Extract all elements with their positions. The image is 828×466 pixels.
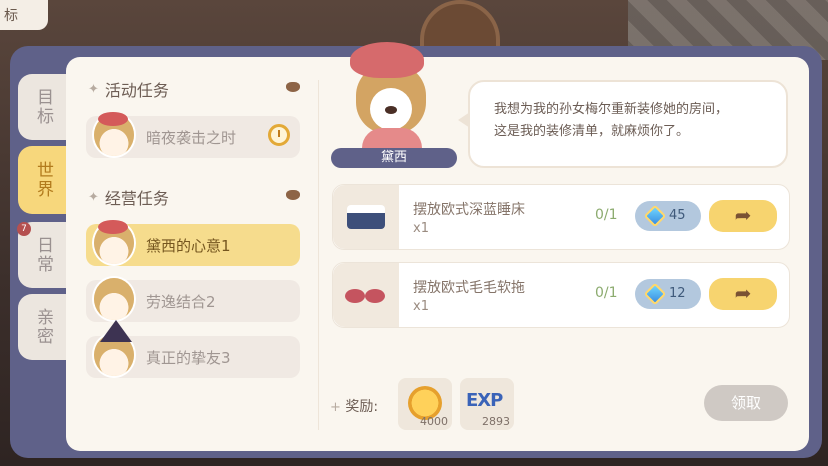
- quest-label: 劳逸结合2: [146, 293, 216, 311]
- business-section-label: 经营任务: [104, 189, 169, 208]
- star-icon: ✦: [88, 81, 99, 97]
- star-icon: +: [330, 400, 341, 415]
- reward-label: + 奖励:: [330, 396, 378, 416]
- gem-cost-button[interactable]: 45: [635, 201, 701, 231]
- task-card: 摆放欧式毛毛软拖 x1 0/1 12 ➦: [332, 262, 790, 328]
- task-qty: x1: [413, 299, 429, 314]
- business-quest-item[interactable]: 黛西的心意1: [86, 220, 300, 266]
- quest-avatar: [92, 276, 136, 322]
- arrow-right-icon: ➦: [734, 281, 752, 305]
- collapse-icon[interactable]: [286, 190, 300, 200]
- quest-label: 真正的挚友3: [146, 349, 231, 367]
- npc-name: 黛西: [331, 148, 457, 168]
- gem-cost: 12: [669, 286, 686, 301]
- task-name: 摆放欧式深蓝睡床: [413, 202, 525, 218]
- quest-avatar: [92, 220, 136, 266]
- clock-icon: [268, 124, 290, 146]
- tab-intimacy[interactable]: 亲密: [18, 294, 68, 360]
- star-icon: ✦: [88, 189, 99, 205]
- claim-button[interactable]: 领取: [704, 385, 788, 421]
- dialog-line: 这是我的装修清单，就麻烦你了。: [494, 124, 690, 139]
- reward-amount: 2893: [482, 415, 510, 428]
- gem-cost-button[interactable]: 12: [635, 279, 701, 309]
- task-qty: x1: [413, 221, 429, 236]
- quest-avatar: [92, 320, 136, 378]
- corner-tab[interactable]: 标: [0, 0, 48, 30]
- quest-avatar: [92, 112, 136, 158]
- task-progress: 0/1: [595, 207, 618, 223]
- panel-divider: [318, 80, 319, 430]
- quest-label: 黛西的心意1: [146, 237, 231, 255]
- task-progress: 0/1: [595, 285, 618, 301]
- bed-icon: [333, 185, 399, 249]
- reward-coin[interactable]: 4000: [398, 378, 452, 430]
- task-name: 摆放欧式毛毛软拖: [413, 280, 525, 296]
- arrow-right-icon: ➦: [734, 203, 752, 227]
- collapse-icon[interactable]: [286, 82, 300, 92]
- business-quest-item[interactable]: 真正的挚友3: [86, 320, 300, 378]
- gem-icon: [643, 204, 667, 228]
- event-section-title: ✦ 活动任务: [88, 77, 169, 101]
- reward-label-text: 奖励:: [345, 399, 379, 415]
- tab-goals[interactable]: 目标: [18, 74, 68, 140]
- daily-badge: 7: [17, 222, 31, 236]
- dialog-line: 我想为我的孙女梅尔重新装修她的房间，: [494, 102, 729, 117]
- task-card: 摆放欧式深蓝睡床 x1 0/1 45 ➦: [332, 184, 790, 250]
- event-section-label: 活动任务: [104, 81, 169, 100]
- npc-dialog: 我想为我的孙女梅尔重新装修她的房间， 这是我的装修清单，就麻烦你了。: [458, 80, 788, 168]
- quest-label: 暗夜袭击之时: [146, 129, 237, 147]
- business-quest-item[interactable]: 劳逸结合2: [86, 276, 300, 322]
- npc-portrait: [342, 36, 438, 150]
- gem-cost: 45: [669, 208, 686, 223]
- gem-icon: [643, 282, 667, 306]
- go-button[interactable]: ➦: [709, 200, 777, 232]
- slippers-icon: [333, 263, 399, 327]
- exp-icon: EXP: [466, 390, 503, 411]
- business-section-title: ✦ 经营任务: [88, 185, 169, 209]
- go-button[interactable]: ➦: [709, 278, 777, 310]
- reward-amount: 4000: [420, 415, 448, 428]
- reward-exp[interactable]: EXP 2893: [460, 378, 514, 430]
- tab-world[interactable]: 世界: [18, 146, 68, 214]
